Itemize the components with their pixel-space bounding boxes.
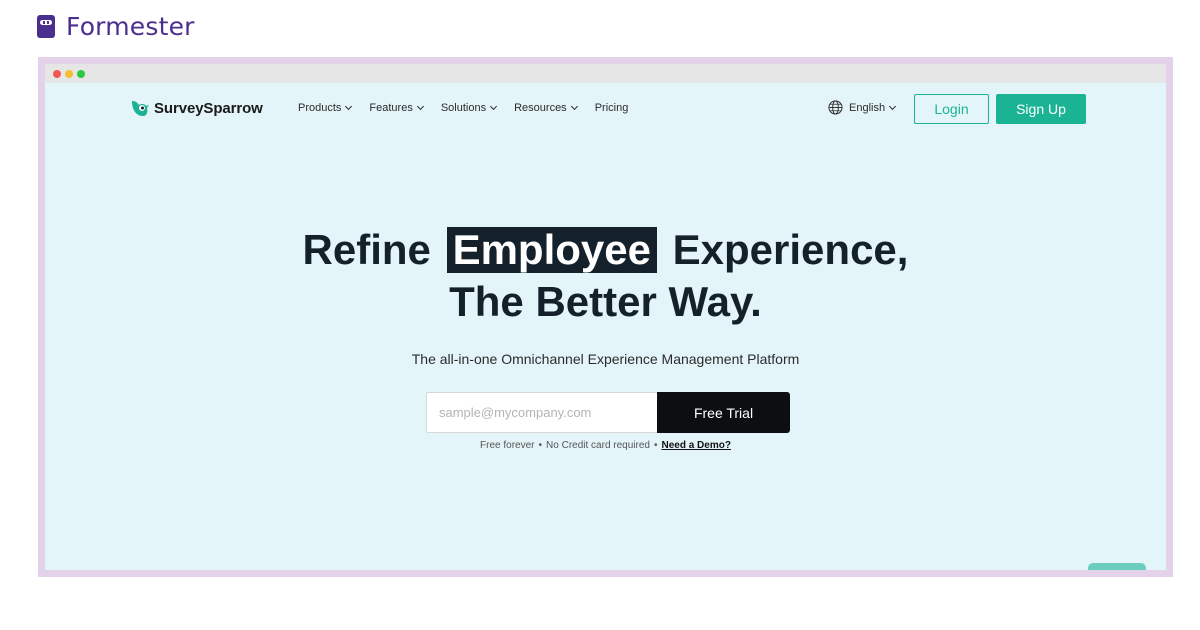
hero-heading: Refine Employee Experience, The Better W… [45,224,1166,328]
nav-pricing-label: Pricing [594,102,629,114]
nav-resources-label: Resources [514,102,567,114]
close-window-dot[interactable] [53,69,61,78]
sparrow-logo-icon [132,101,149,116]
window-titlebar [45,64,1166,83]
hero-line-2: The Better Way. [449,278,762,325]
language-label: English [849,101,886,114]
browser-frame: SurveySparrow Products Features Solution… [38,57,1173,577]
hero-word-experience: Experience, [672,226,909,273]
main-menu: Products Features Solutions Resources Pr… [298,102,646,114]
note-free-forever: Free forever [480,440,535,451]
nav-solutions-label: Solutions [440,102,487,114]
floating-chat-widget[interactable] [1088,563,1146,570]
chevron-down-icon [345,102,353,111]
minimize-window-dot[interactable] [65,69,73,78]
browser-window: SurveySparrow Products Features Solution… [45,64,1166,570]
globe-icon [828,100,843,115]
note-no-credit-card: No Credit card required [546,440,650,451]
surveysparrow-wordmark: SurveySparrow [154,99,263,117]
email-input[interactable] [426,392,657,433]
trial-signup-form: Free Trial [426,392,790,433]
language-selector[interactable]: English [828,100,897,115]
nav-products[interactable]: Products [298,102,353,114]
nav-solutions[interactable]: Solutions [440,102,498,114]
hero-highlight-word: Employee [446,227,657,273]
hero-line-1: Refine Employee Experience, [45,224,1166,276]
formester-brand: Formester [37,12,195,41]
chevron-down-icon [570,102,578,111]
formester-brand-name: Formester [66,12,195,41]
maximize-window-dot[interactable] [77,69,85,78]
site-navbar: SurveySparrow Products Features Solution… [45,83,1166,133]
bullet-separator: • [653,440,658,451]
nav-pricing[interactable]: Pricing [595,102,629,114]
hero-subtitle: The all-in-one Omnichannel Experience Ma… [411,351,800,367]
nav-features[interactable]: Features [369,102,424,114]
login-button[interactable]: Login [914,94,989,124]
hero-word-refine: Refine [302,226,431,273]
chevron-down-icon [889,102,897,110]
formester-logo-icon [37,15,55,38]
nav-features-label: Features [369,102,413,114]
signup-button[interactable]: Sign Up [996,94,1086,124]
surveysparrow-logo[interactable]: SurveySparrow [129,97,263,119]
signup-note: Free forever • No Credit card required • Nee… [45,440,1166,451]
chevron-down-icon [416,102,424,111]
free-trial-button[interactable]: Free Trial [657,392,790,433]
nav-products-label: Products [298,102,342,114]
need-demo-link[interactable]: Need a Demo? [661,440,730,451]
nav-resources[interactable]: Resources [514,102,578,114]
bullet-separator: • [538,440,543,451]
chevron-down-icon [490,102,498,111]
